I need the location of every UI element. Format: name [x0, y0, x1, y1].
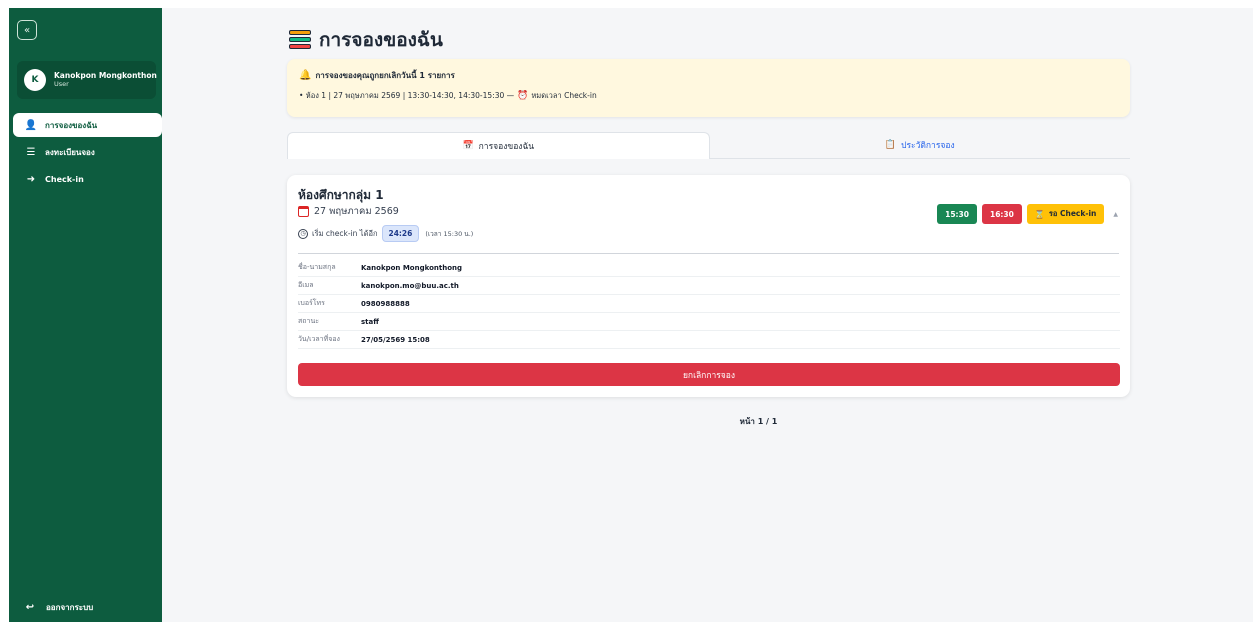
- checkin-prefix: เริ่ม check-in ได้อีก: [312, 228, 378, 238]
- tab-label: การจองของฉัน: [478, 142, 535, 152]
- sidebar-item-label: Check-in: [45, 174, 84, 184]
- user-card: K Kanokpon Mongkonthon User: [17, 61, 157, 99]
- countdown-timer: 24:26: [381, 225, 420, 242]
- sidebar: « K Kanokpon Mongkonthon User 👤 การจองขอ…: [9, 8, 162, 622]
- layers-icon: ☰: [26, 146, 36, 158]
- detail-value: kanokpon.mo@buu.ac.th: [361, 281, 459, 290]
- clipboard-icon: 📋: [884, 140, 897, 150]
- booking-date-text: 27 พฤษภาคม 2569: [314, 206, 399, 217]
- double-chevron-left-icon: «: [23, 24, 31, 36]
- avatar: K: [24, 69, 46, 91]
- user-role: User: [54, 79, 69, 88]
- stacked-books-icon: [289, 30, 311, 50]
- alert-detail: • ห้อง 1 | 27 พฤษภาคม 2569 | 13:30-14:30…: [299, 91, 515, 100]
- detail-label: สถานะ: [298, 317, 319, 325]
- booking-badges: 15:30 16:30 ⌛ รอ Check-in ▲: [937, 204, 1118, 224]
- tab-booking-history[interactable]: 📋 ประวัติการจอง: [709, 132, 1130, 159]
- detail-label: วัน/เวลาที่จอง: [298, 335, 340, 343]
- end-time-badge: 16:30: [982, 204, 1022, 224]
- checkin-note: (เวลา 15:30 น.): [425, 229, 474, 238]
- detail-row: วัน/เวลาที่จอง 27/05/2569 15:08: [298, 331, 1120, 349]
- page-title: การจองของฉัน: [289, 25, 443, 55]
- detail-label: ชื่อ-นามสกุล: [298, 263, 336, 271]
- calendar-icon: [298, 206, 309, 217]
- sidebar-item-label: การจองของฉัน: [45, 120, 98, 130]
- page-title-text: การจองของฉัน: [319, 29, 443, 51]
- detail-value: staff: [361, 317, 379, 326]
- tab-label: ประวัติการจอง: [901, 141, 955, 151]
- room-name: ห้องศึกษากลุ่ม 1: [298, 188, 384, 202]
- sidebar-item-my-bookings[interactable]: 👤 การจองของฉัน: [13, 113, 162, 137]
- sidebar-item-label: ลงทะเบียนจอง: [45, 147, 95, 157]
- booking-details: ชื่อ-นามสกุล Kanokpon Mongkonthong อีเมล…: [298, 259, 1120, 349]
- sidebar-item-register-booking[interactable]: ☰ ลงทะเบียนจอง: [13, 140, 162, 164]
- alert-reason: หมดเวลา Check-in: [531, 91, 597, 100]
- main-content: การจองของฉัน 🔔 การจองของคุณถูกยกเลิกวันน…: [162, 8, 1253, 622]
- booking-card: ห้องศึกษากลุ่ม 1 27 พฤษภาคม 2569 ◷ เริ่ม…: [287, 175, 1130, 397]
- logout-icon: ↩: [25, 602, 35, 613]
- detail-value: 27/05/2569 15:08: [361, 335, 430, 344]
- logout-label: ออกจากระบบ: [46, 603, 94, 612]
- booking-tabs: 📅 การจองของฉัน 📋 ประวัติการจอง: [287, 132, 1130, 159]
- collapse-sidebar-button[interactable]: «: [17, 20, 37, 40]
- detail-row: เบอร์โทร 0980988888: [298, 295, 1120, 313]
- checkin-countdown-row: ◷ เริ่ม check-in ได้อีก 24:26 (เวลา 15:3…: [298, 225, 473, 242]
- detail-row: สถานะ staff: [298, 313, 1120, 331]
- login-arrow-icon: ➜: [26, 173, 36, 185]
- hourglass-icon: ⌛: [1034, 209, 1045, 219]
- detail-row: อีเมล kanokpon.mo@buu.ac.th: [298, 277, 1120, 295]
- detail-label: อีเมล: [298, 281, 314, 289]
- clock-icon: ◷: [298, 228, 308, 239]
- booking-date: 27 พฤษภาคม 2569: [298, 204, 399, 219]
- status-text: รอ Check-in: [1048, 209, 1097, 218]
- collapse-caret-icon[interactable]: ▲: [1113, 211, 1118, 218]
- status-badge: ⌛ รอ Check-in: [1026, 204, 1105, 224]
- sidebar-item-check-in[interactable]: ➜ Check-in: [13, 167, 162, 191]
- detail-label: เบอร์โทร: [298, 299, 325, 307]
- person-icon: 👤: [24, 119, 38, 131]
- calendar-icon: 📅: [462, 141, 474, 151]
- detail-value: 0980988888: [361, 299, 410, 308]
- divider: [298, 253, 1119, 254]
- logout-button[interactable]: ↩ ออกจากระบบ: [22, 601, 93, 614]
- tab-my-bookings[interactable]: 📅 การจองของฉัน: [287, 132, 710, 159]
- cancel-booking-button[interactable]: ยกเลิกการจอง: [298, 363, 1120, 386]
- sidebar-nav: 👤 การจองของฉัน ☰ ลงทะเบียนจอง ➜ Check-in: [13, 113, 162, 194]
- detail-row: ชื่อ-นามสกุล Kanokpon Mongkonthong: [298, 259, 1120, 277]
- start-time-badge: 15:30: [937, 204, 977, 224]
- detail-value: Kanokpon Mongkonthong: [361, 263, 462, 272]
- alarm-clock-icon: ⏰: [517, 91, 529, 101]
- pagination: หน้า 1 / 1: [739, 417, 778, 426]
- alert-heading: การจองของคุณถูกยกเลิกวันนี้ 1 รายการ: [315, 71, 455, 80]
- bell-icon: 🔔: [299, 70, 312, 81]
- user-name: Kanokpon Mongkonthon: [54, 71, 157, 81]
- cancellation-alert: 🔔 การจองของคุณถูกยกเลิกวันนี้ 1 รายการ •…: [287, 59, 1130, 117]
